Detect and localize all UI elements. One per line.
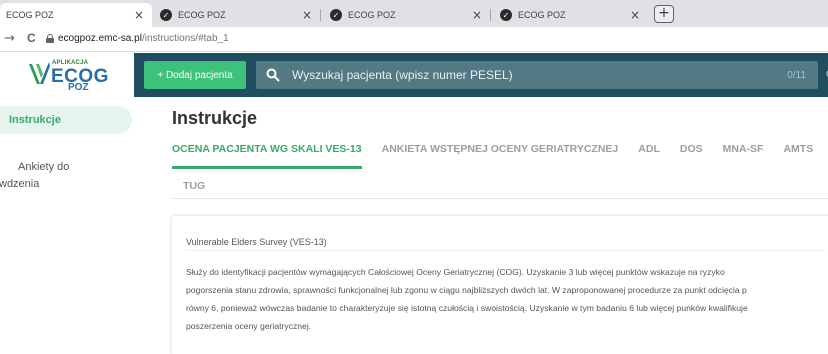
tabs-divider — [172, 198, 828, 199]
address-bar: → C ecogpoz.emc-sa.pl/instructions/#tab_… — [0, 27, 828, 52]
browser-tab[interactable]: ✓ ECOG POZ × — [152, 3, 320, 27]
add-patient-button[interactable]: + Dodaj pacjenta — [144, 61, 246, 89]
url-path: /instructions/#tab_1 — [141, 33, 229, 44]
logo-mark-icon — [29, 62, 50, 84]
new-tab-button[interactable]: + — [654, 5, 674, 23]
search-icon — [266, 68, 280, 82]
card-text-line: Służy do identyfikacji pacjentów wymagaj… — [186, 267, 725, 277]
card-divider — [186, 250, 826, 251]
card-text-line: równy 6, ponieważ wówczas badanie to cha… — [186, 303, 748, 313]
sidebar-item-label: Ankiety do — [18, 161, 70, 173]
browser-tab-title: ECOG POZ — [348, 10, 396, 20]
sidebar: Instrukcje Ankiety do wdzenia — [0, 97, 144, 354]
url-host: ecogpoz.emc-sa.pl — [58, 33, 142, 44]
lock-icon — [46, 34, 54, 43]
close-icon[interactable]: × — [302, 8, 312, 22]
sidebar-item-label: wdzenia — [0, 178, 40, 190]
ecog-logo[interactable]: APLIKACJA ECOG POZ — [28, 58, 108, 93]
tab-adl[interactable]: ADL — [638, 143, 660, 173]
tab-tug[interactable]: TUG — [183, 180, 205, 192]
patient-search-box[interactable]: Wyszukaj pacjenta (wpisz numer PESEL) 0/… — [256, 61, 818, 89]
card-body: Służy do identyfikacji pacjentów wymagaj… — [186, 263, 828, 335]
forward-arrow-icon[interactable]: → — [4, 31, 15, 46]
url-field[interactable]: ecogpoz.emc-sa.pl/instructions/#tab_1 — [58, 33, 229, 44]
browser-tab-strip: ECOG POZ × ✓ ECOG POZ × ✓ ECOG POZ × ✓ E… — [0, 0, 828, 27]
close-icon[interactable]: × — [134, 8, 144, 22]
sidebar-item-instrukcje[interactable]: Instrukcje — [0, 106, 132, 134]
close-icon[interactable]: × — [472, 8, 482, 22]
tab-amts[interactable]: AMTS — [783, 143, 813, 173]
search-input[interactable]: Wyszukaj pacjenta (wpisz numer PESEL) — [292, 68, 787, 82]
active-tab-indicator — [172, 166, 362, 169]
ecog-favicon-icon: ✓ — [330, 9, 342, 21]
browser-tab[interactable]: ✓ ECOG POZ × — [322, 3, 490, 27]
browser-tab-title: ECOG POZ — [178, 10, 226, 20]
browser-tab-title: ECOG POZ — [518, 10, 566, 20]
tab-separator — [490, 9, 491, 21]
card-text-line: poszerzenia oceny geriatrycznej. — [186, 321, 312, 331]
browser-tab[interactable]: ECOG POZ × — [0, 3, 152, 27]
page-title: Instrukcje — [172, 108, 258, 128]
browser-tab-title: ECOG POZ — [6, 10, 54, 20]
logo-subtitle: POZ — [68, 82, 89, 93]
close-icon[interactable]: × — [630, 8, 640, 22]
ecog-favicon-icon: ✓ — [500, 9, 512, 21]
browser-tab[interactable]: ✓ ECOG POZ × — [492, 3, 648, 27]
tab-separator — [320, 9, 321, 21]
tab-ankieta-wstepnej-oceny[interactable]: ANKIETA WSTĘPNEJ OCENY GERIATRYCZNEJ — [382, 143, 619, 173]
search-count: 0/11 — [787, 69, 806, 81]
reload-icon[interactable]: C — [27, 31, 36, 45]
sidebar-item-ankiety[interactable]: Ankiety do wdzenia — [0, 159, 128, 193]
ecog-favicon-icon: ✓ — [160, 9, 172, 21]
card-title: Vulnerable Elders Survey (VES-13) — [186, 237, 327, 247]
tab-mna-sf[interactable]: MNA-SF — [723, 143, 764, 173]
tab-dos[interactable]: DOS — [680, 143, 703, 173]
card-text-line: pogorszenia stanu zdrowia, sprawności fu… — [186, 285, 747, 295]
